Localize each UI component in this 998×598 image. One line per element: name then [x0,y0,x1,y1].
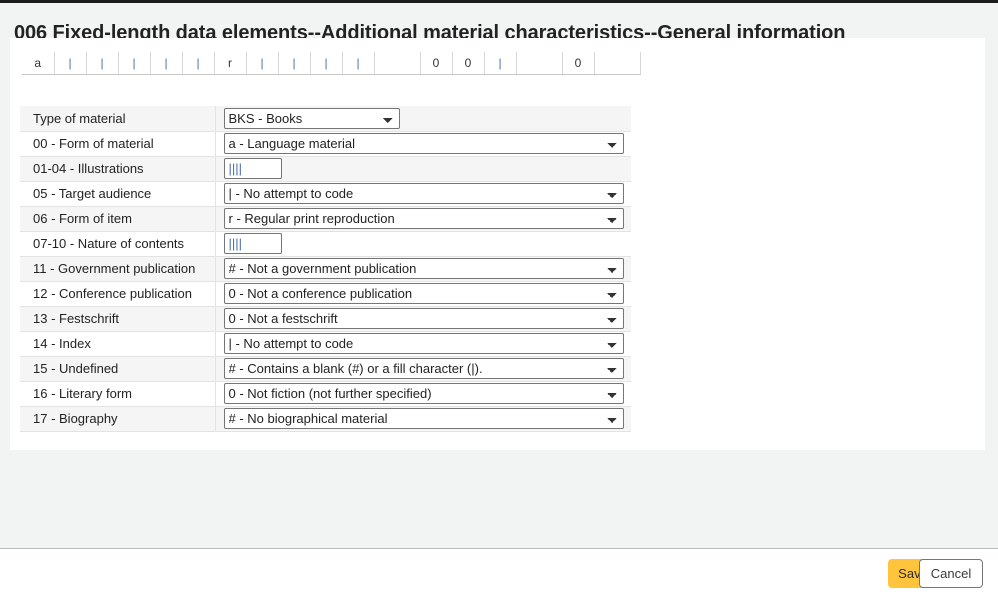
char-cell-15 [516,52,563,75]
table-row: 06 - Form of item r - Regular print repro… [20,206,631,232]
field-label: 05 - Target audience [20,181,216,207]
char-cell-0: a [22,52,55,75]
field-label: 11 - Government publication [20,256,216,282]
field-value-cell: 0 - Not a festschrift [215,306,631,332]
field-label: 00 - Form of material [20,131,216,157]
char-cell-13: 0 [452,52,485,75]
field-select[interactable]: | - No attempt to code [223,333,624,354]
field-label: 15 - Undefined [20,356,216,382]
char-cell-3: | [118,52,151,75]
field-value-cell: 0 - Not fiction (not further specified) [215,381,631,407]
table-row: 14 - Index | - No attempt to code [20,331,631,357]
char-cell-5: | [182,52,215,75]
char-cell-6: r [214,52,247,75]
field-select[interactable]: BKS - Books [223,107,400,129]
field-value-cell: | - No attempt to code [215,181,631,207]
char-cell-17 [594,52,641,75]
table-row: 07-10 - Nature of contents [20,231,631,257]
table-row: 15 - Undefined # - Contains a blank (#) o… [20,356,631,382]
field-value-cell: 0 - Not a conference publication [215,281,631,307]
char-cell-10: | [342,52,375,75]
character-position-row: a | | | | | r | | | | 0 0 | 0 [22,52,641,75]
field-value-cell: # - No biographical material [215,406,631,432]
field-value-cell: # - Not a government publication [215,256,631,282]
field-select[interactable]: 0 - Not a festschrift [223,308,624,329]
char-cell-7: | [246,52,279,75]
char-cell-11 [374,52,421,75]
field-value-cell: # - Contains a blank (#) or a fill chara… [215,356,631,382]
char-cell-12: 0 [420,52,453,75]
table-row: 05 - Target audience | - No attempt to co… [20,181,631,207]
field-label: Type of material [20,106,216,132]
field-input[interactable] [223,158,282,179]
footer-action-bar: Save Cancel [0,549,998,598]
fixed-field-table: Type of material BKS - Books 00 - Form of … [20,106,631,432]
field-label: 06 - Form of item [20,206,216,232]
fixed-field-card: a|||||r||||00|0 "a|||||r|||| 00| 0 " Typ… [10,38,985,450]
top-accent-bar [0,0,998,3]
char-cell-1: | [54,52,87,75]
field-value-cell: r - Regular print reproduction [215,206,631,232]
char-cell-14: | [484,52,517,75]
table-row: 12 - Conference publication 0 - Not a con… [20,281,631,307]
field-select[interactable]: # - Not a government publication [223,258,624,279]
field-select[interactable]: a - Language material [223,133,624,154]
field-select[interactable]: | - No attempt to code [223,183,624,204]
field-label: 17 - Biography [20,406,216,432]
field-label: 14 - Index [20,331,216,357]
table-row: 16 - Literary form 0 - Not fiction (not f… [20,381,631,407]
field-value-cell: BKS - Books [215,106,631,132]
field-select[interactable]: # - Contains a blank (#) or a fill chara… [223,358,624,379]
field-value-cell [215,156,631,182]
field-select[interactable]: 0 - Not a conference publication [223,283,624,304]
marc-fixed-field-editor-page: 006 Fixed-length data elements--Addition… [0,0,998,598]
field-select[interactable]: 0 - Not fiction (not further specified) [223,383,624,404]
field-label: 13 - Festschrift [20,306,216,332]
table-row: Type of material BKS - Books [20,106,631,132]
field-label: 12 - Conference publication [20,281,216,307]
table-row: 11 - Government publication # - Not a gov… [20,256,631,282]
character-position-grid: a | | | | | r | | | | 0 0 | 0 [22,52,641,75]
char-cell-8: | [278,52,311,75]
cancel-button[interactable]: Cancel [919,559,983,588]
field-value-cell [215,231,631,257]
field-select[interactable]: r - Regular print reproduction [223,208,624,229]
char-cell-2: | [86,52,119,75]
table-row: 01-04 - Illustrations [20,156,631,182]
field-input[interactable] [223,233,282,254]
field-select[interactable]: # - No biographical material [223,408,624,429]
field-value-cell: | - No attempt to code [215,331,631,357]
table-row: 17 - Biography # - No biographical materi… [20,406,631,432]
field-label: 01-04 - Illustrations [20,156,216,182]
field-label: 07-10 - Nature of contents [20,231,216,257]
char-cell-16: 0 [562,52,595,75]
char-cell-4: | [150,52,183,75]
table-row: 13 - Festschrift 0 - Not a festschrift [20,306,631,332]
field-value-cell: a - Language material [215,131,631,157]
char-cell-9: | [310,52,343,75]
table-row: 00 - Form of material a - Language materi… [20,131,631,157]
field-label: 16 - Literary form [20,381,216,407]
